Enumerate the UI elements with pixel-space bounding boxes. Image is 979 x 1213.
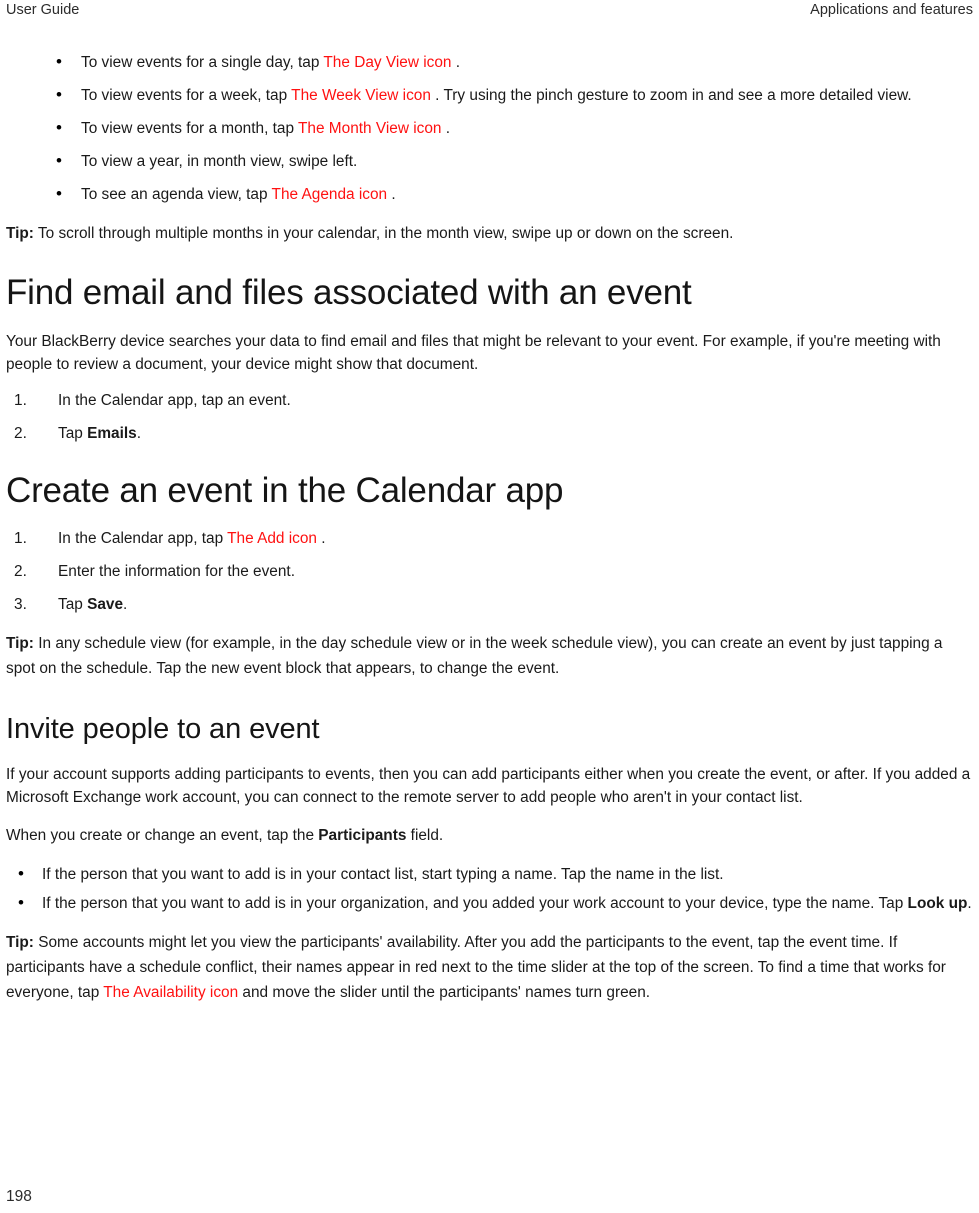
tip-label: Tip: bbox=[6, 635, 34, 652]
create-event-step-list: In the Calendar app, tap The Add icon . … bbox=[6, 528, 974, 615]
list-item: In the Calendar app, tap The Add icon . bbox=[6, 528, 974, 549]
bullet-text: To view events for a single day, tap bbox=[81, 54, 324, 71]
bullet-text: To see an agenda view, tap bbox=[81, 186, 272, 203]
list-item: Tap Save. bbox=[6, 594, 974, 615]
day-view-icon: The Day View icon bbox=[323, 54, 452, 71]
ui-label-emails: Emails bbox=[87, 425, 137, 442]
step-text-tail: . bbox=[136, 425, 141, 442]
tip-text: In any schedule view (for example, in th… bbox=[6, 635, 943, 677]
tip-label: Tip: bbox=[6, 934, 34, 951]
find-email-step-list: In the Calendar app, tap an event. Tap E… bbox=[6, 390, 974, 444]
month-view-icon: The Month View icon bbox=[298, 120, 442, 137]
running-header: User Guide Applications and features bbox=[0, 0, 979, 26]
bullet-text-tail: . bbox=[387, 186, 396, 203]
ui-label-participants: Participants bbox=[318, 827, 407, 844]
bullet-text-tail: . bbox=[441, 120, 451, 137]
list-item: To view a year, in month view, swipe lef… bbox=[6, 150, 974, 172]
bullet-text: If the person that you want to add is in… bbox=[42, 866, 724, 883]
tip-paragraph-calendar-views: Tip: To scroll through multiple months i… bbox=[6, 221, 974, 246]
list-item: To view events for a single day, tap The… bbox=[6, 51, 974, 73]
lead-text: When you create or change an event, tap … bbox=[6, 827, 319, 844]
step-text: In the Calendar app, tap an event. bbox=[58, 392, 291, 409]
agenda-icon: The Agenda icon bbox=[271, 186, 388, 203]
bullet-text-tail: . bbox=[967, 895, 972, 912]
page-number: 198 bbox=[6, 1188, 32, 1205]
bullet-text: To view events for a week, tap bbox=[81, 87, 292, 104]
invite-people-lead-paragraph: When you create or change an event, tap … bbox=[6, 823, 974, 848]
add-icon: The Add icon bbox=[227, 530, 317, 547]
step-text: In the Calendar app, tap bbox=[58, 530, 228, 547]
step-text: Enter the information for the event. bbox=[58, 563, 295, 580]
bullet-text: To view a year, in month view, swipe lef… bbox=[81, 153, 358, 170]
lead-text-tail: field. bbox=[406, 827, 444, 844]
list-item: If the person that you want to add is in… bbox=[6, 863, 974, 885]
week-view-icon: The Week View icon bbox=[291, 87, 431, 104]
bullet-text-tail: . Try using the pinch gesture to zoom in… bbox=[430, 87, 912, 104]
invite-people-intro-paragraph: If your account supports adding particip… bbox=[6, 766, 971, 806]
list-item: To see an agenda view, tap The Agenda ic… bbox=[6, 183, 974, 205]
step-text: Tap bbox=[58, 425, 88, 442]
list-item: In the Calendar app, tap an event. bbox=[6, 390, 974, 411]
section-heading-find-email: Find email and files associated with an … bbox=[6, 273, 692, 312]
tip-text: To scroll through multiple months in you… bbox=[33, 225, 734, 242]
list-item: To view events for a week, tap The Week … bbox=[6, 84, 974, 106]
invite-people-bullet-list: If the person that you want to add is in… bbox=[6, 863, 974, 914]
section-heading-invite-people: Invite people to an event bbox=[6, 713, 320, 745]
bullet-text: To view events for a month, tap bbox=[81, 120, 299, 137]
tip-paragraph-invite-people: Tip: Some accounts might let you view th… bbox=[6, 930, 974, 1005]
find-email-intro-paragraph: Your BlackBerry device searches your dat… bbox=[6, 333, 941, 373]
ui-label-look-up: Look up bbox=[907, 895, 968, 912]
bullet-text-tail: . bbox=[451, 54, 461, 71]
header-left-title: User Guide bbox=[6, 2, 80, 18]
ui-label-save: Save bbox=[87, 596, 124, 613]
tip-paragraph-create-event: Tip: In any schedule view (for example, … bbox=[6, 631, 974, 681]
page-content: To view events for a single day, tap The… bbox=[6, 51, 974, 1021]
list-item: To view events for a month, tap The Mont… bbox=[6, 117, 974, 139]
header-right-section: Applications and features bbox=[810, 2, 973, 18]
tip-text-tail: and move the slider until the participan… bbox=[238, 984, 651, 1001]
step-text-tail: . bbox=[123, 596, 128, 613]
calendar-view-bullet-list: To view events for a single day, tap The… bbox=[6, 51, 974, 205]
page-footer: 198 bbox=[6, 1187, 966, 1207]
tip-label: Tip: bbox=[6, 225, 34, 242]
availability-icon: The Availability icon bbox=[103, 984, 239, 1001]
section-heading-create-event: Create an event in the Calendar app bbox=[6, 471, 564, 510]
step-text: Tap bbox=[58, 596, 88, 613]
bullet-text: If the person that you want to add is in… bbox=[42, 895, 908, 912]
step-text-tail: . bbox=[316, 530, 326, 547]
list-item: If the person that you want to add is in… bbox=[6, 892, 974, 914]
list-item: Tap Emails. bbox=[6, 423, 974, 444]
list-item: Enter the information for the event. bbox=[6, 561, 974, 582]
